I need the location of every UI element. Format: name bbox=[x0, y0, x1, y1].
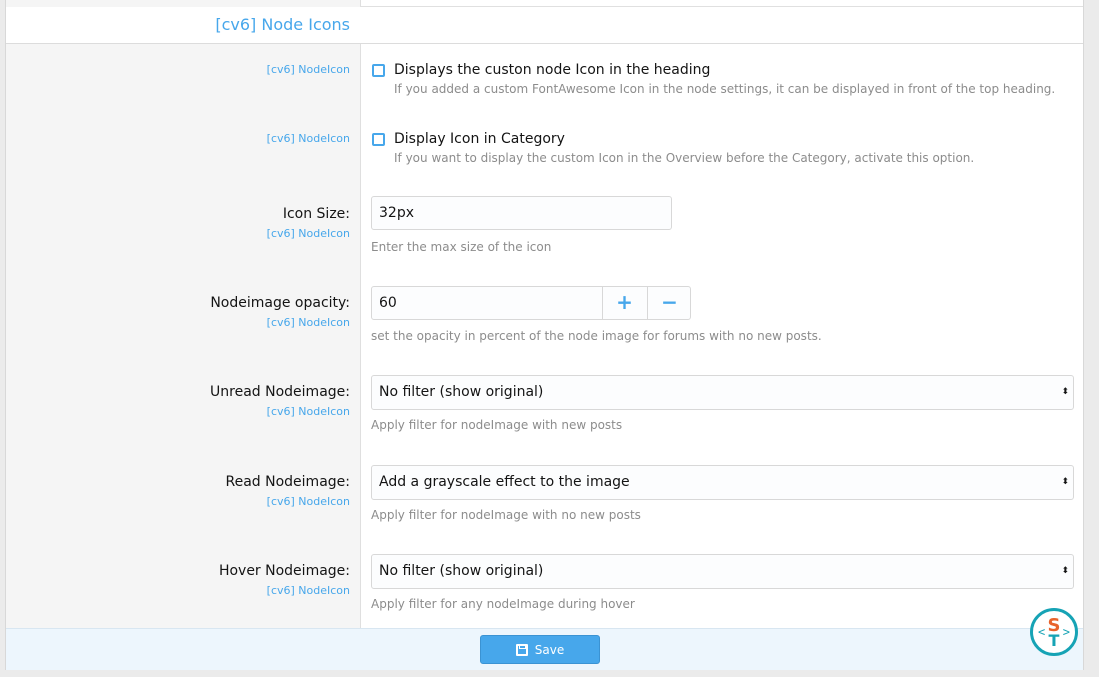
options-panel: [cv6] Node Icons [cv6] NodeIcon Displays… bbox=[5, 0, 1084, 670]
top-strip bbox=[6, 0, 1083, 7]
read-nodeimage-label: Read Nodeimage: bbox=[225, 474, 351, 490]
heading-icon-checkbox[interactable] bbox=[372, 63, 385, 77]
addon-label: [cv6] NodeIcon bbox=[266, 405, 350, 418]
opacity-label: Nodeimage opacity: bbox=[210, 295, 350, 311]
save-icon bbox=[515, 643, 528, 656]
unread-nodeimage-label: Unread Nodeimage: bbox=[210, 384, 350, 400]
category-icon-checkbox-wrap[interactable]: Display Icon in Category bbox=[372, 131, 565, 147]
option-description: If you added a custom FontAwesome Icon i… bbox=[394, 82, 1056, 96]
logo-bracket-left: < bbox=[1038, 625, 1046, 639]
select-value: Add a grayscale effect to the image bbox=[379, 474, 630, 490]
checkbox-label: Display Icon in Category bbox=[394, 131, 565, 147]
checkbox-label: Displays the custon node Icon in the hea… bbox=[394, 62, 711, 78]
form-footer: Save bbox=[6, 628, 1083, 670]
opacity-stepper[interactable]: 60 + − bbox=[371, 286, 691, 320]
save-label: Save bbox=[534, 642, 565, 657]
logo-bracket-right: > bbox=[1062, 625, 1070, 639]
hover-nodeimage-label: Hover Nodeimage: bbox=[218, 563, 350, 579]
select-arrow-icon: ⬍ bbox=[1061, 477, 1069, 487]
addon-label: [cv6] NodeIcon bbox=[266, 495, 350, 508]
addon-label: [cv6] NodeIcon bbox=[266, 63, 350, 76]
icon-size-label: Icon Size: bbox=[282, 206, 350, 222]
option-description: Enter the max size of the icon bbox=[371, 240, 552, 254]
select-value: No filter (show original) bbox=[379, 384, 544, 400]
read-nodeimage-select[interactable]: Add a grayscale effect to the image ⬍ bbox=[371, 465, 1074, 500]
select-value: No filter (show original) bbox=[379, 563, 544, 579]
section-heading: [cv6] Node Icons bbox=[6, 7, 1083, 44]
select-arrow-icon: ⬍ bbox=[1061, 387, 1069, 397]
option-description: Apply filter for nodeImage with no new p… bbox=[371, 508, 641, 522]
addon-label: [cv6] NodeIcon bbox=[266, 584, 350, 597]
section-title: [cv6] Node Icons bbox=[215, 15, 350, 34]
opacity-value[interactable]: 60 bbox=[379, 287, 397, 319]
category-icon-checkbox[interactable] bbox=[372, 132, 385, 146]
addon-label: [cv6] NodeIcon bbox=[266, 227, 350, 240]
hover-nodeimage-select[interactable]: No filter (show original) ⬍ bbox=[371, 554, 1074, 589]
option-description: If you want to display the custom Icon i… bbox=[394, 151, 975, 165]
unread-nodeimage-select[interactable]: No filter (show original) ⬍ bbox=[371, 375, 1074, 410]
decrement-button[interactable]: − bbox=[647, 287, 691, 319]
addon-label: [cv6] NodeIcon bbox=[266, 316, 350, 329]
site-logo: < S T > bbox=[1030, 608, 1078, 656]
heading-icon-checkbox-wrap[interactable]: Displays the custon node Icon in the hea… bbox=[372, 62, 710, 78]
increment-button[interactable]: + bbox=[602, 287, 646, 319]
option-description: Apply filter for nodeImage with new post… bbox=[371, 418, 623, 432]
save-button[interactable]: Save bbox=[480, 635, 600, 664]
option-description: set the opacity in percent of the node i… bbox=[371, 329, 822, 343]
option-description: Apply filter for any nodeImage during ho… bbox=[371, 597, 635, 611]
addon-label: [cv6] NodeIcon bbox=[266, 132, 350, 145]
select-arrow-icon: ⬍ bbox=[1061, 566, 1069, 576]
logo-letter-t: T bbox=[1048, 631, 1060, 650]
icon-size-input[interactable]: 32px bbox=[371, 196, 672, 230]
